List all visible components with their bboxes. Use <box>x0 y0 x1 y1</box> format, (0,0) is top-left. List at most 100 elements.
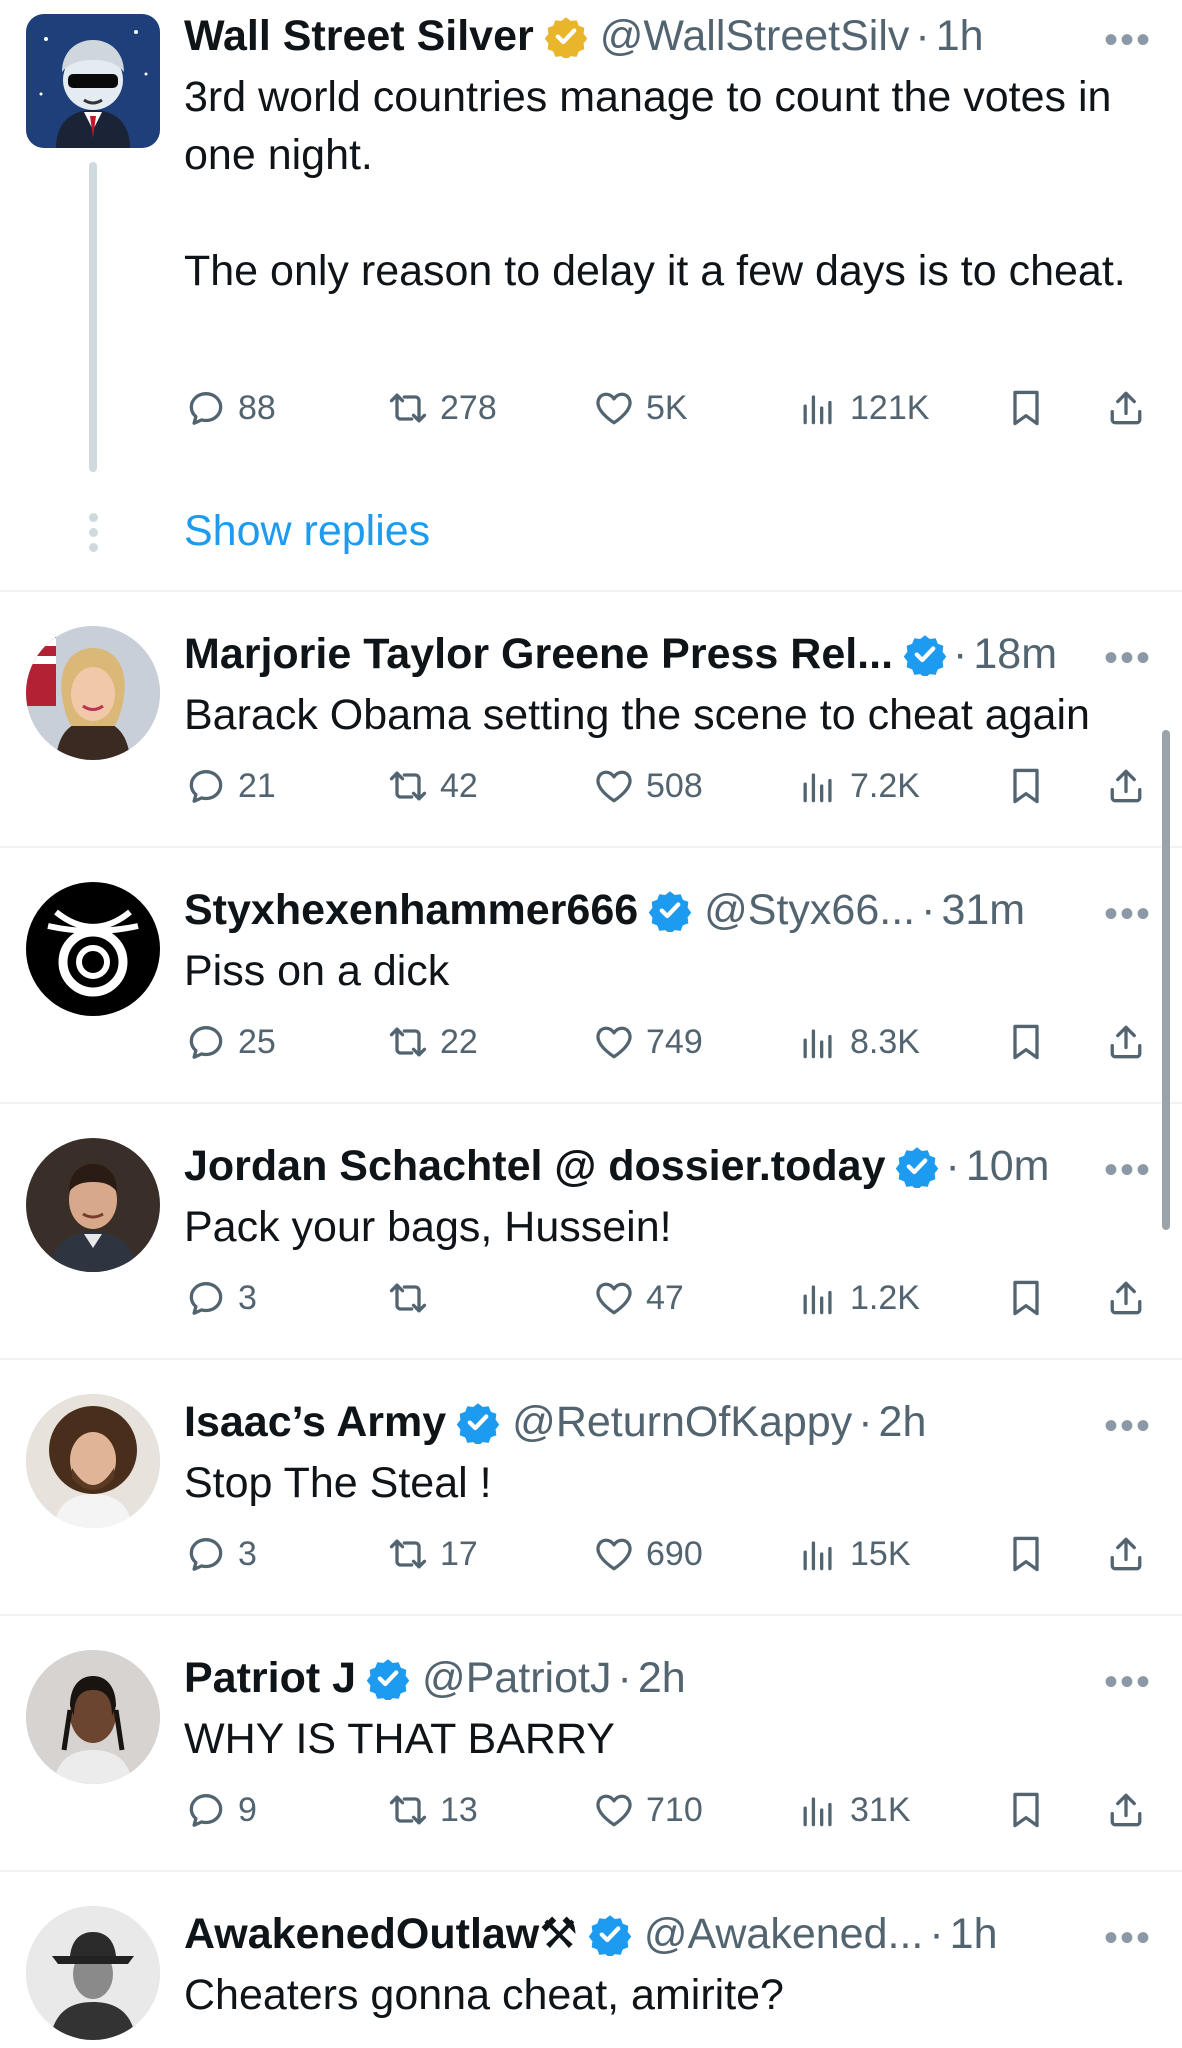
timestamp[interactable]: 18m <box>973 630 1057 679</box>
more-icon[interactable]: ••• <box>1104 1150 1152 1190</box>
retweet-button[interactable]: 13 <box>386 1785 478 1835</box>
share-icon <box>1104 1532 1148 1576</box>
share-button[interactable] <box>1104 1017 1148 1067</box>
reply-count: 25 <box>238 1022 276 1061</box>
more-icon[interactable]: ••• <box>1104 1406 1152 1446</box>
like-button[interactable]: 690 <box>592 1529 703 1579</box>
retweet-button[interactable]: 17 <box>386 1529 478 1579</box>
share-button[interactable] <box>1104 761 1148 811</box>
author-handle[interactable]: @PatriotJ <box>422 1654 611 1703</box>
views-count: 31K <box>850 1790 911 1829</box>
more-icon[interactable]: ••• <box>1104 20 1152 60</box>
views-button[interactable]: 31K <box>796 1785 911 1835</box>
share-icon <box>1104 386 1148 430</box>
like-count: 5K <box>646 388 688 427</box>
tweet[interactable]: Isaac’s Army @ReturnOfKappy · 2h ••• Sto… <box>0 1360 1182 1614</box>
retweet-icon <box>386 386 430 430</box>
tweet[interactable]: Styxhexenhammer666 @Styx66... · 31m ••• … <box>0 848 1182 1102</box>
tweet[interactable]: AwakenedOutlaw⚒ @Awakened... · 1h ••• Ch… <box>0 1872 1182 2048</box>
retweet-button[interactable]: 278 <box>386 383 497 433</box>
like-button[interactable]: 508 <box>592 761 703 811</box>
views-button[interactable]: 15K <box>796 1529 911 1579</box>
share-button[interactable] <box>1104 1273 1148 1323</box>
avatar[interactable] <box>26 1138 160 1272</box>
separator: · <box>921 885 936 934</box>
views-button[interactable]: 7.2K <box>796 761 920 811</box>
action-bar: 21 42 508 7.2K <box>184 761 1152 811</box>
tweet[interactable]: Wall Street Silver @WallStreetSilv · 1h … <box>0 0 1182 590</box>
more-icon[interactable]: ••• <box>1104 894 1152 934</box>
like-button[interactable]: 710 <box>592 1785 703 1835</box>
share-icon <box>1104 764 1148 808</box>
author-name[interactable]: Patriot J <box>184 1654 356 1703</box>
share-button[interactable] <box>1104 1785 1148 1835</box>
reply-count: 3 <box>238 1278 257 1317</box>
timestamp[interactable]: 1h <box>950 1910 998 1959</box>
reply-icon <box>184 1276 228 1320</box>
author-name[interactable]: Jordan Schachtel @ dossier.today <box>184 1142 885 1191</box>
reply-button[interactable]: 3 <box>184 1273 257 1323</box>
avatar[interactable] <box>26 1906 160 2040</box>
bookmark-button[interactable] <box>1004 383 1048 433</box>
retweet-button[interactable]: 42 <box>386 761 478 811</box>
bookmark-button[interactable] <box>1004 1273 1048 1323</box>
retweet-button[interactable] <box>386 1273 440 1323</box>
views-button[interactable]: 1.2K <box>796 1273 920 1323</box>
tweet[interactable]: Patriot J @PatriotJ · 2h ••• WHY IS THAT… <box>0 1616 1182 1870</box>
bookmark-button[interactable] <box>1004 1529 1048 1579</box>
more-icon[interactable]: ••• <box>1104 1662 1152 1702</box>
views-button[interactable]: 121K <box>796 383 929 433</box>
author-handle[interactable]: @ReturnOfKappy <box>512 1398 852 1447</box>
reply-button[interactable]: 88 <box>184 383 276 433</box>
author-name[interactable]: Wall Street Silver <box>184 12 534 61</box>
heart-icon <box>592 764 636 808</box>
share-button[interactable] <box>1104 383 1148 433</box>
author-name[interactable]: Isaac’s Army <box>184 1398 446 1447</box>
views-button[interactable]: 8.3K <box>796 1017 920 1067</box>
author-name[interactable]: AwakenedOutlaw⚒ <box>184 1909 578 1959</box>
bookmark-icon <box>1004 1788 1048 1832</box>
reply-button[interactable]: 3 <box>184 1529 257 1579</box>
more-icon[interactable]: ••• <box>1104 1918 1152 1958</box>
bookmark-button[interactable] <box>1004 1017 1048 1067</box>
more-icon[interactable]: ••• <box>1104 638 1152 678</box>
retweet-icon <box>386 764 430 808</box>
avatar[interactable] <box>26 882 160 1016</box>
timestamp[interactable]: 2h <box>879 1398 927 1447</box>
tweet-text: Piss on a dick <box>184 947 450 995</box>
bookmark-button[interactable] <box>1004 761 1048 811</box>
timestamp[interactable]: 31m <box>941 886 1025 935</box>
avatar[interactable] <box>26 1394 160 1528</box>
bookmark-icon <box>1004 764 1048 808</box>
avatar[interactable] <box>26 626 160 760</box>
avatar[interactable] <box>26 1650 160 1784</box>
retweet-count: 17 <box>440 1534 478 1573</box>
scrollbar[interactable] <box>1162 730 1170 1230</box>
share-button[interactable] <box>1104 1529 1148 1579</box>
author-handle[interactable]: @Awakened... <box>644 1910 924 1959</box>
bookmark-icon <box>1004 1276 1048 1320</box>
author-handle[interactable]: @Styx66... <box>704 886 915 935</box>
reply-button[interactable]: 9 <box>184 1785 257 1835</box>
author-name[interactable]: Styxhexenhammer666 <box>184 886 638 935</box>
reply-button[interactable]: 25 <box>184 1017 276 1067</box>
author-name[interactable]: Marjorie Taylor Greene Press Rel... <box>184 630 893 679</box>
tweet-header: Patriot J @PatriotJ · 2h <box>184 1650 1152 1706</box>
tweet[interactable]: Marjorie Taylor Greene Press Rel... · 18… <box>0 592 1182 846</box>
reply-button[interactable]: 21 <box>184 761 276 811</box>
retweet-button[interactable]: 22 <box>386 1017 478 1067</box>
avatar[interactable] <box>26 14 160 148</box>
timestamp[interactable]: 1h <box>936 12 984 61</box>
like-button[interactable]: 47 <box>592 1273 684 1323</box>
show-replies-link[interactable]: Show replies <box>184 507 430 556</box>
retweet-icon <box>386 1276 430 1320</box>
bookmark-button[interactable] <box>1004 1785 1048 1835</box>
author-handle[interactable]: @WallStreetSilv <box>600 12 910 61</box>
separator: · <box>915 11 930 60</box>
tweet[interactable]: Jordan Schachtel @ dossier.today · 10m •… <box>0 1104 1182 1358</box>
retweet-count: 13 <box>440 1790 478 1829</box>
timestamp[interactable]: 2h <box>638 1654 686 1703</box>
timestamp[interactable]: 10m <box>966 1142 1050 1191</box>
like-button[interactable]: 749 <box>592 1017 703 1067</box>
like-button[interactable]: 5K <box>592 383 688 433</box>
